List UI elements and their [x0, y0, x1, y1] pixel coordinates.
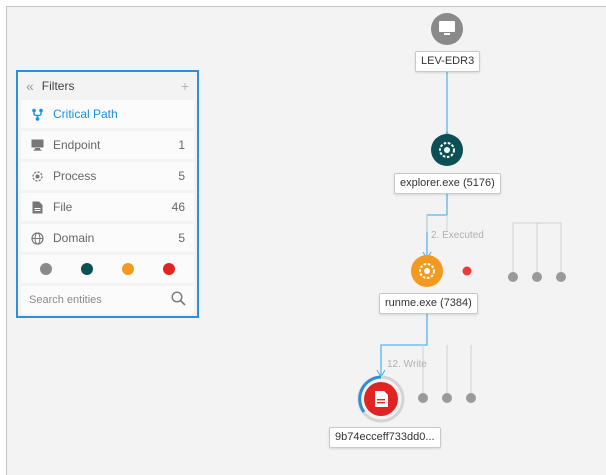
filter-count: 5: [178, 231, 185, 245]
node-label-file[interactable]: 9b74ecceff733dd0...: [329, 427, 441, 448]
edge-explorer-runme: [426, 191, 448, 259]
filter-count: 46: [171, 200, 185, 214]
color-filter-row: [21, 255, 194, 283]
filter-count: 5: [178, 169, 185, 183]
collapse-chevron-icon[interactable]: «: [26, 78, 34, 94]
stub-dot: [532, 272, 542, 282]
color-filter-red[interactable]: [163, 263, 176, 275]
red-alert-dot: [462, 266, 472, 276]
search-icon[interactable]: [171, 291, 186, 309]
monitor-icon: [30, 138, 44, 152]
filter-domain[interactable]: Domain 5: [21, 224, 194, 252]
edge-label-executed: 2. Executed: [431, 230, 484, 241]
file-icon-line: [377, 399, 385, 401]
filter-endpoint[interactable]: Endpoint 1: [21, 131, 194, 159]
node-label-endpoint[interactable]: LEV-EDR3: [415, 51, 481, 72]
monitor-icon: [439, 21, 455, 32]
globe-icon: [30, 231, 44, 245]
filters-title: Filters: [41, 79, 75, 93]
node-label-runme[interactable]: runme.exe (7384): [379, 293, 478, 314]
drag-handle-icon[interactable]: +: [181, 78, 189, 94]
stub-lines-right: [512, 222, 562, 275]
stub-dot: [418, 393, 428, 403]
stub-lines-lower: [422, 345, 472, 397]
filter-critical-path[interactable]: Critical Path: [21, 100, 194, 128]
process-icon-core: [424, 268, 430, 274]
file-icon-line: [377, 402, 385, 404]
edge-label-write: 12. Write: [387, 359, 427, 370]
stub-dot: [508, 272, 518, 282]
filter-label: Endpoint: [53, 138, 101, 152]
filters-header: « Filters +: [18, 72, 197, 100]
process-icon: [30, 169, 44, 183]
color-filter-gray[interactable]: [39, 263, 52, 275]
process-icon-core: [444, 147, 450, 153]
filter-label: File: [53, 200, 73, 214]
filter-label: Critical Path: [53, 107, 118, 121]
node-label-explorer[interactable]: explorer.exe (5176): [394, 173, 501, 194]
filter-label: Process: [53, 169, 97, 183]
search-box: [21, 286, 194, 314]
filter-label: Domain: [53, 231, 95, 245]
stub-dot: [442, 393, 452, 403]
color-filter-teal[interactable]: [80, 263, 93, 275]
filter-process[interactable]: Process 5: [21, 162, 194, 190]
file-icon: [30, 200, 44, 214]
filter-count: 1: [178, 138, 185, 152]
search-input[interactable]: [29, 294, 171, 306]
filter-file[interactable]: File 46: [21, 193, 194, 221]
stub-dot: [466, 393, 476, 403]
monitor-icon-stand: [444, 33, 450, 35]
color-filter-orange[interactable]: [122, 263, 135, 275]
critical-path-icon: [30, 107, 44, 121]
filters-panel: « Filters + Critical Path Endpoint 1 Pro…: [16, 70, 199, 318]
stub-dot: [556, 272, 566, 282]
